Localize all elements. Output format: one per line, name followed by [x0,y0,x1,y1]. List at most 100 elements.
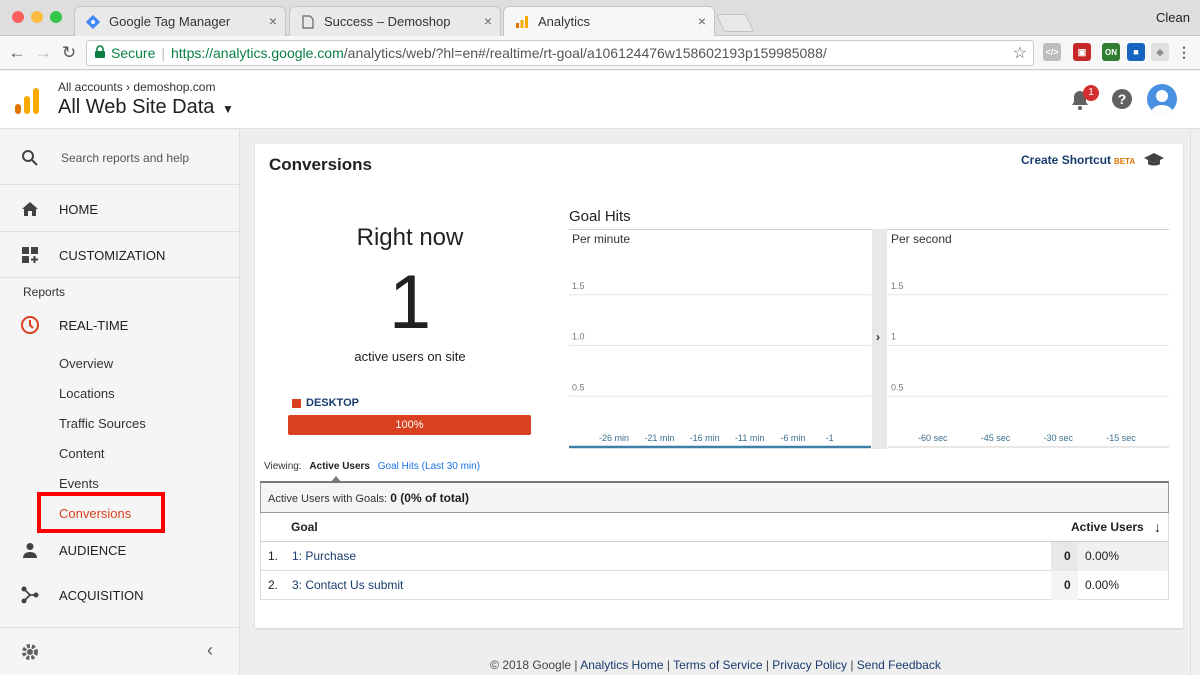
sidebar-item-locations[interactable]: Locations [59,386,115,401]
footer-link-terms[interactable]: Terms of Service [673,658,762,672]
url-host: https://analytics.google.com [171,45,344,61]
footer-link-feedback[interactable]: Send Feedback [857,658,941,672]
footer-link-analytics-home[interactable]: Analytics Home [580,658,663,672]
tab-success-demoshop[interactable]: Success – Demoshop × [289,6,501,36]
footer-link-privacy[interactable]: Privacy Policy [772,658,847,672]
url-path: /analytics/web/?hl=en#/realtime/rt-goal/… [343,45,827,61]
sidebar-item-traffic-sources[interactable]: Traffic Sources [59,416,146,431]
sidebar-footer: ‹ [0,627,239,675]
column-header-goal[interactable]: Goal [291,513,318,542]
right-now-label: Right now [356,224,464,251]
sidebar-item-home[interactable]: HOME [0,195,239,223]
breadcrumb-all-accounts[interactable]: All accounts [58,80,123,94]
sidebar-item-realtime[interactable]: REAL-TIME [0,311,239,339]
column-header-active-users[interactable]: Active Users [1071,513,1144,542]
address-bar[interactable]: Secure | https://analytics.google.com/an… [86,40,1034,66]
goal-link[interactable]: 3: Contact Us submit [292,571,403,600]
close-tab-icon[interactable]: × [484,13,492,29]
code-icon[interactable]: </> [1043,43,1061,61]
summary-label: Active Users with Goals: [268,493,388,505]
sort-arrow-icon[interactable]: ↓ [1154,513,1161,542]
copyright: © 2018 Google [490,658,572,672]
notification-badge: 1 [1083,85,1099,101]
profile-label[interactable]: Clean [1156,10,1190,25]
breadcrumb-account[interactable]: demoshop.com [133,80,215,94]
page-title: Conversions [269,155,372,174]
on-badge-icon[interactable]: ON [1102,43,1120,61]
sidebar-item-label: ACQUISITION [59,587,144,603]
sidebar-search[interactable]: Search reports and help [0,144,239,172]
active-users-value: 0 [1064,549,1071,563]
bookmark-star-icon[interactable]: ☆ [1013,43,1027,63]
menu-icon[interactable]: ⋮ [1175,43,1193,61]
home-icon [20,199,40,219]
create-shortcut-button[interactable]: Create Shortcut BETA [1021,153,1135,167]
property-selector[interactable]: All Web Site Data ▼ [58,96,234,119]
document-icon [300,14,316,30]
pin-icon[interactable]: ■ [1127,43,1145,61]
person-icon [20,540,40,560]
page-scrollbar[interactable] [1190,130,1200,675]
sidebar-item-events[interactable]: Events [59,476,99,491]
dashboard-plus-icon [20,245,40,265]
close-tab-icon[interactable]: × [698,13,706,29]
create-shortcut-label: Create Shortcut [1021,153,1112,167]
sidebar-item-label: CUSTOMIZATION [59,247,166,263]
chart-title: Per second [891,232,952,246]
avatar[interactable] [1147,84,1177,114]
property-name: All Web Site Data [58,96,215,118]
minimize-window-button[interactable] [31,11,43,23]
y-tick-label: 1 [891,332,896,342]
analytics-icon [514,14,530,30]
tab-google-tag-manager[interactable]: Google Tag Manager × [74,6,286,36]
forward-arrow-icon[interactable]: → [32,42,54,64]
sidebar-item-customization[interactable]: CUSTOMIZATION [0,241,239,269]
active-users-percent: 0.00% [1085,578,1120,592]
sidebar-item-content[interactable]: Content [59,446,105,461]
x-tick-label: -16 min [690,433,720,443]
x-tick-label: -15 sec [1106,433,1136,443]
close-window-button[interactable] [12,11,24,23]
table-row: 1. 1: Purchase 0 0.00% [261,542,1168,571]
gear-icon[interactable] [20,642,40,667]
analytics-logo-icon[interactable] [14,87,40,120]
y-tick-label: 0.5 [891,382,904,392]
gtm-icon [85,14,101,30]
tab-analytics[interactable]: Analytics × [503,6,715,36]
device-legend: DESKTOP [292,397,359,409]
active-users-percent: 0.00% [1085,549,1120,563]
lock-icon [94,45,106,62]
y-tick-label: 1.5 [572,281,585,291]
highlight-box [37,492,165,533]
collapse-sidebar-icon[interactable]: ‹ [207,640,213,661]
row-index: 1. [268,549,279,563]
back-arrow-icon[interactable]: ← [6,42,28,64]
reload-icon[interactable]: ↻ [58,42,80,64]
tab-goal-hits[interactable]: Goal Hits (Last 30 min) [378,461,480,472]
breadcrumb[interactable]: All accounts › demoshop.com [58,80,215,94]
device-share-bar: 100% [288,415,531,435]
graduation-cap-icon[interactable] [1143,152,1165,173]
active-users-label: active users on site [354,349,466,364]
tab-title: Google Tag Manager [109,14,231,29]
goals-table: Goal Active Users ↓ 1. 1: Purchase 0 0.0… [260,513,1169,600]
shield-icon[interactable]: ◈ [1151,43,1169,61]
tab-active-users[interactable]: Active Users [309,461,370,472]
sidebar-item-overview[interactable]: Overview [59,356,113,371]
help-icon[interactable]: ? [1112,89,1132,109]
sidebar-item-label: REAL-TIME [59,317,129,333]
x-tick-label: -60 sec [918,433,948,443]
close-tab-icon[interactable]: × [269,13,277,29]
sidebar: Search reports and help HOME CUSTOMIZATI… [0,130,240,675]
maximize-window-button[interactable] [50,11,62,23]
sidebar-item-acquisition[interactable]: ACQUISITION [0,581,239,609]
beta-badge: BETA [1114,157,1136,166]
search-input[interactable]: Search reports and help [61,151,189,165]
goal-hits-title: Goal Hits [569,208,631,225]
breadcrumb-separator: › [126,80,131,94]
goal-link[interactable]: 1: Purchase [292,542,356,571]
clock-icon [20,315,40,335]
sidebar-item-audience[interactable]: AUDIENCE [0,536,239,564]
new-tab-button[interactable] [715,14,755,32]
tag-icon[interactable]: ▣ [1073,43,1091,61]
